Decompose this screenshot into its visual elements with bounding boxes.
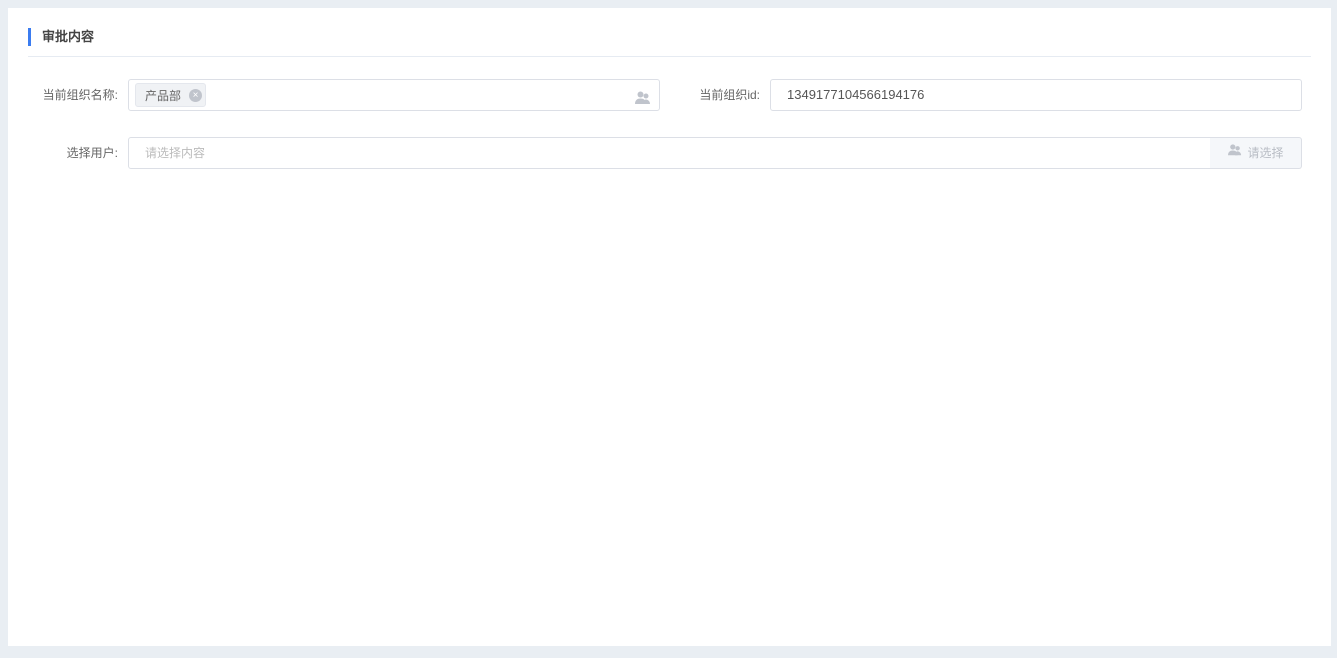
org-name-label: 当前组织名称: bbox=[42, 88, 118, 102]
users-icon[interactable] bbox=[635, 87, 651, 117]
divider bbox=[28, 56, 1311, 57]
tag-close-icon[interactable]: × bbox=[189, 89, 203, 102]
select-user-button[interactable]: 请选择 bbox=[1210, 137, 1302, 169]
title-accent-bar bbox=[28, 28, 31, 46]
org-tag-label: 产品部 bbox=[145, 89, 182, 103]
users-icon bbox=[1227, 138, 1243, 168]
org-id-label: 当前组织id: bbox=[699, 88, 760, 102]
user-label: 选择用户: bbox=[66, 146, 118, 160]
org-tag: 产品部 × bbox=[135, 83, 207, 107]
org-name-select[interactable]: 产品部 × bbox=[128, 79, 660, 111]
approval-card: 审批内容 当前组织名称: 产品部 × 当前组织id: 1349177104566… bbox=[8, 8, 1331, 646]
user-placeholder: 请选择内容 bbox=[145, 146, 206, 160]
select-user-button-label: 请选择 bbox=[1247, 146, 1284, 160]
user-input[interactable]: 请选择内容 bbox=[128, 137, 1211, 169]
org-id-input[interactable]: 1349177104566194176 bbox=[770, 79, 1302, 111]
section-title: 审批内容 bbox=[42, 29, 95, 44]
